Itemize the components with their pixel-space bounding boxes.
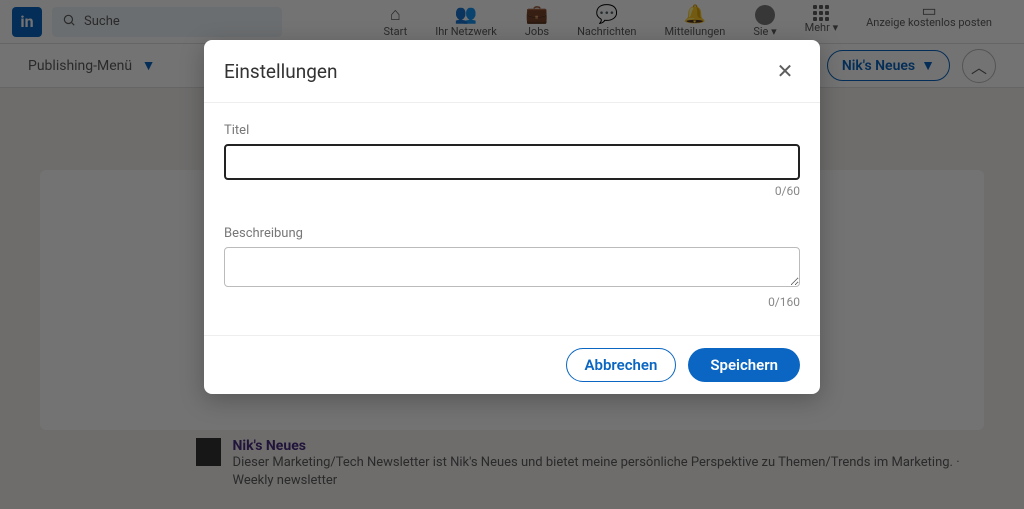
cancel-button[interactable]: Abbrechen <box>566 348 677 382</box>
save-button[interactable]: Speichern <box>688 348 800 382</box>
description-label: Beschreibung <box>224 226 800 241</box>
close-button[interactable]: ✕ <box>770 56 800 86</box>
title-input[interactable] <box>224 144 800 180</box>
title-counter: 0/60 <box>224 184 800 198</box>
description-input[interactable] <box>224 247 800 287</box>
settings-modal: Einstellungen ✕ Titel 0/60 Beschreibung … <box>204 40 820 394</box>
modal-heading: Einstellungen <box>224 60 337 83</box>
description-counter: 0/160 <box>224 295 800 309</box>
close-icon: ✕ <box>777 59 794 83</box>
title-label: Titel <box>224 123 800 138</box>
